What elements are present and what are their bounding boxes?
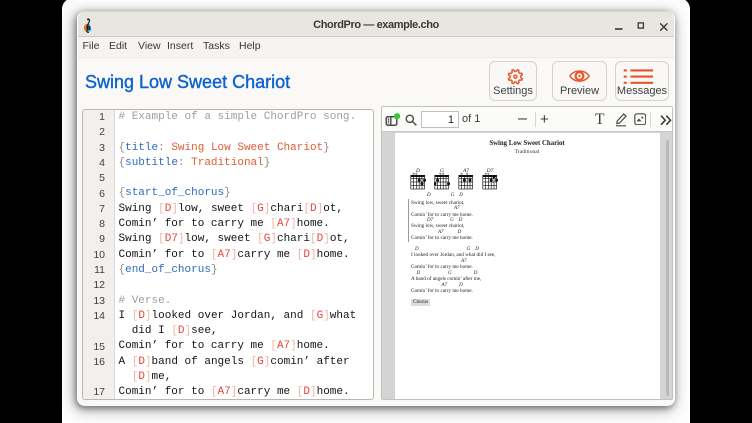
svg-text:D7: D7: [485, 168, 493, 174]
svg-text:A7: A7: [461, 168, 468, 174]
